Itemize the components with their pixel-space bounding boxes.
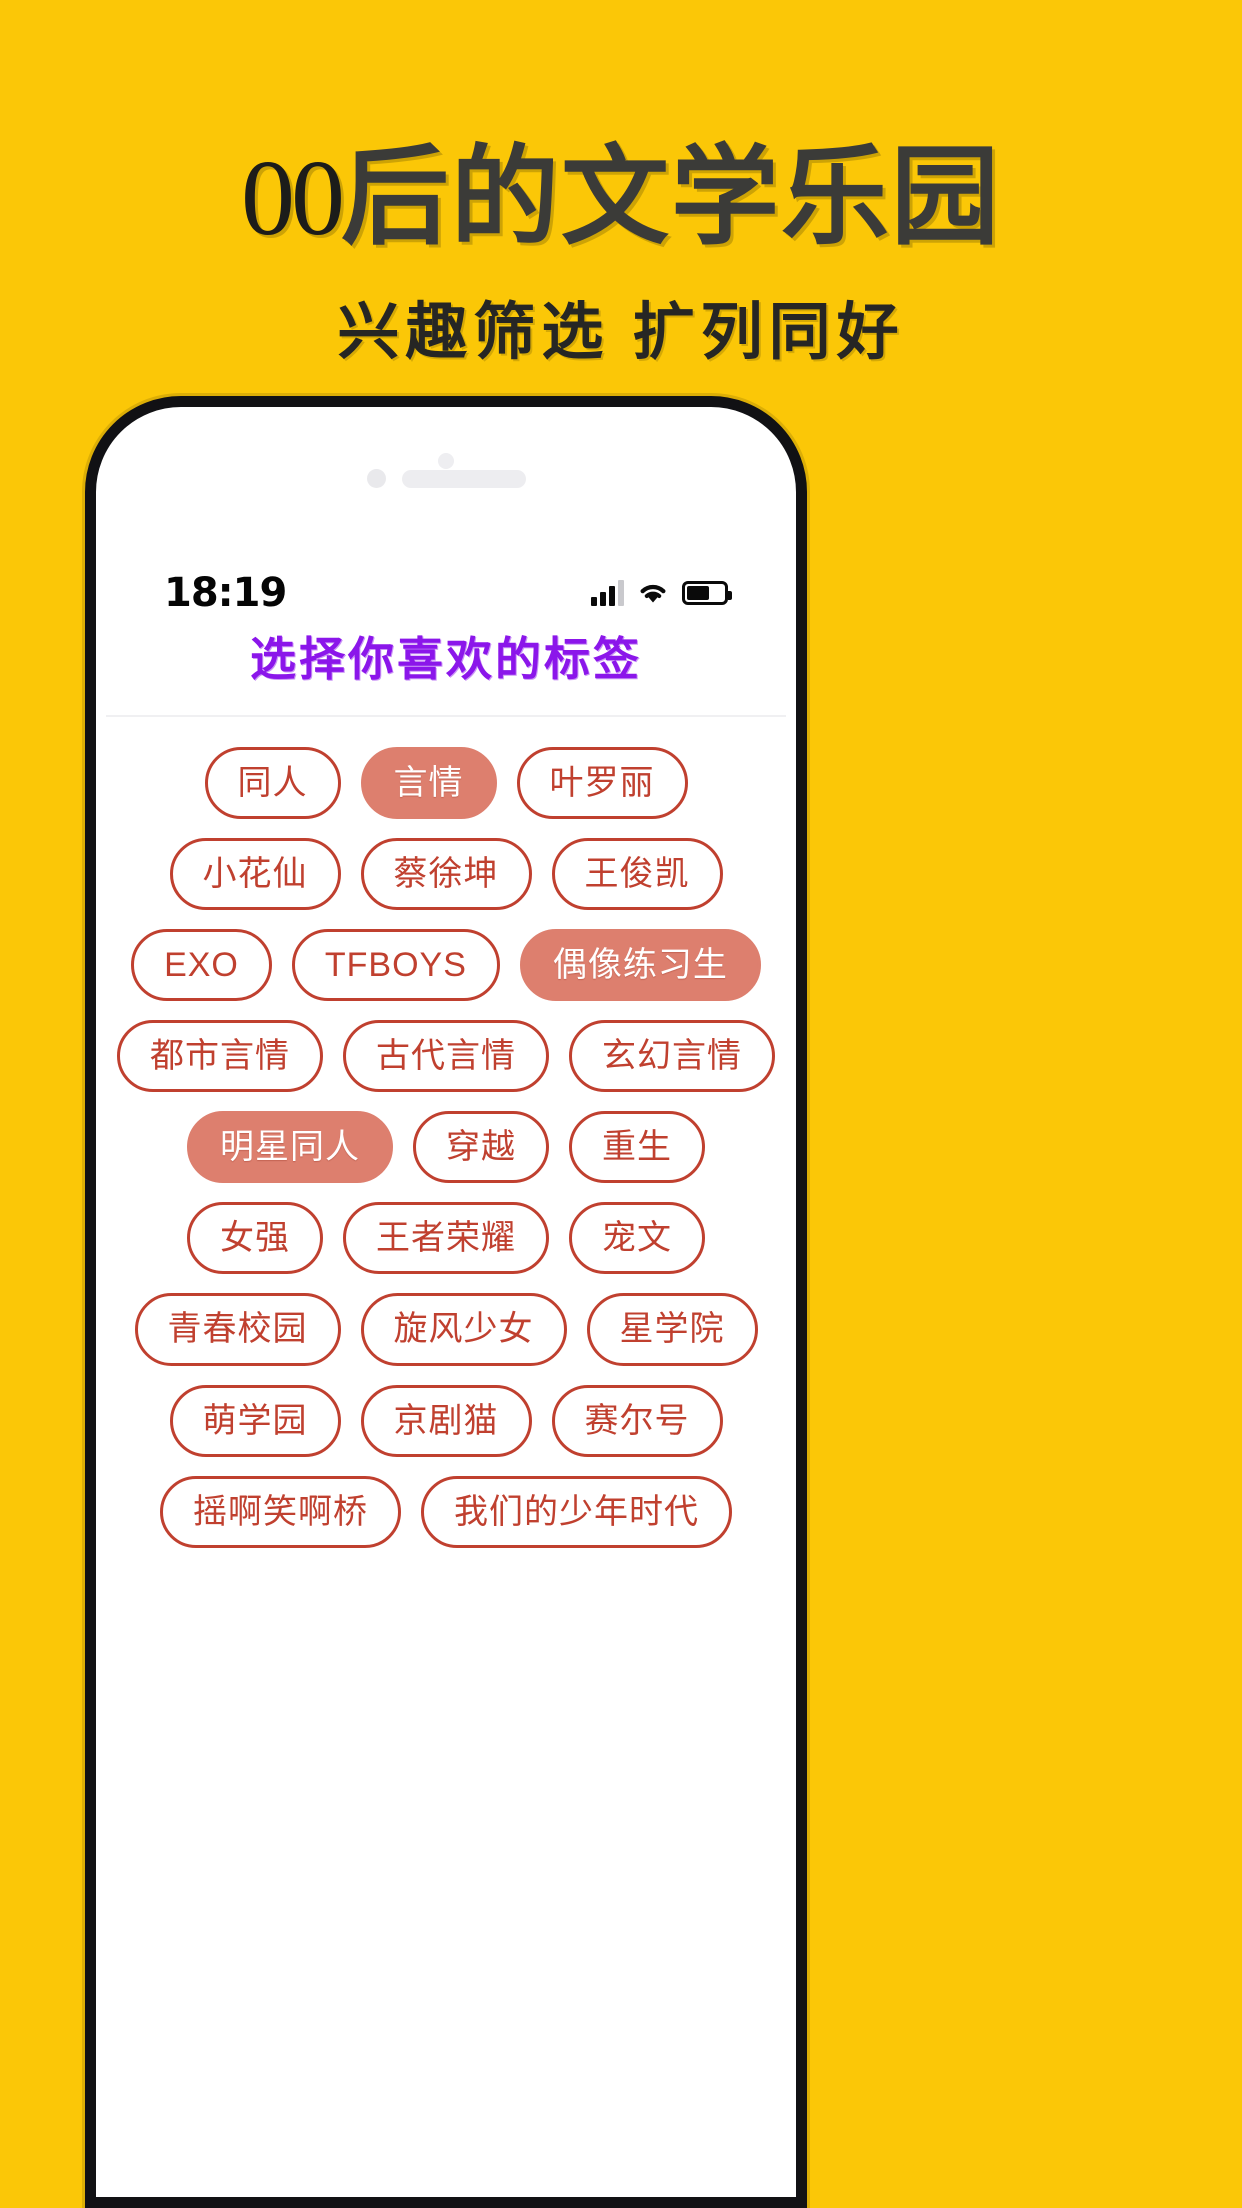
promo-headline: 00后的文学乐园: [241, 140, 1001, 255]
tag-row: 小花仙 蔡徐坤 王俊凯: [132, 838, 760, 911]
tag-chip[interactable]: 重生: [569, 1111, 705, 1184]
tag-chip[interactable]: 明星同人: [187, 1111, 393, 1184]
promo-subtitle: 兴趣筛选 扩列同好: [337, 298, 905, 368]
tag-chip[interactable]: 王俊凯: [551, 838, 723, 911]
tag-chip[interactable]: 青春校园: [134, 1293, 341, 1366]
tag-chip[interactable]: 叶罗丽: [516, 747, 688, 820]
tag-chip[interactable]: 王者荣耀: [343, 1202, 549, 1275]
page-title: 选择你喜欢的标签: [250, 633, 642, 685]
tag-list: 同人 言情 叶罗丽 小花仙 蔡徐坤 王俊凯 EXO TFBOYS 偶像练习生 都市言情 古代言情 玄幻…: [106, 747, 786, 1548]
tag-chip[interactable]: 蔡徐坤: [360, 838, 532, 911]
tag-row: 青春校园 旋风少女 星学院: [132, 1293, 760, 1366]
phone-screen: 18:19 选择你喜欢的标签 同人 言情 叶罗丽 小花仙 蔡徐坤 王俊凯 EXO TFBOY: [106, 417, 786, 2197]
tag-chip[interactable]: 偶像练习生: [519, 929, 761, 1002]
battery-icon: [682, 581, 732, 605]
front-camera-dot-icon: [438, 453, 454, 469]
tag-chip[interactable]: 摇啊笑啊桥: [160, 1475, 401, 1548]
phone-hardware-topbar: [106, 469, 786, 488]
tag-chip[interactable]: 星学院: [586, 1293, 758, 1366]
tag-chip[interactable]: 宠文: [569, 1202, 705, 1275]
tag-row: 女强 王者荣耀 宠文: [132, 1202, 760, 1275]
tag-row: 明星同人 穿越 重生: [132, 1111, 760, 1184]
tag-row: 都市言情 古代言情 玄幻言情: [117, 1020, 775, 1093]
tag-row: 摇啊笑啊桥 我们的少年时代: [132, 1475, 760, 1548]
promo-headline-main: 后的文学乐园: [340, 136, 1001, 257]
tag-row: 萌学园 京剧猫 赛尔号: [132, 1384, 760, 1457]
tag-chip[interactable]: 女强: [187, 1202, 323, 1275]
promo-header: 00后的文学乐园 兴趣筛选 扩列同好: [0, 0, 1242, 380]
tag-chip[interactable]: EXO: [131, 929, 272, 1002]
promo-headline-prefix: 00: [240, 139, 345, 258]
tag-chip[interactable]: 穿越: [413, 1111, 549, 1184]
tag-chip[interactable]: 我们的少年时代: [421, 1475, 732, 1548]
tag-chip[interactable]: 同人: [204, 747, 341, 820]
earpiece-speaker-icon: [401, 469, 526, 488]
signal-bars-icon: [591, 580, 624, 606]
tag-chip[interactable]: 言情: [360, 747, 497, 820]
tag-chip[interactable]: 都市言情: [117, 1020, 323, 1093]
phone-mockup: 18:19 选择你喜欢的标签 同人 言情 叶罗丽 小花仙 蔡徐坤 王俊凯 EXO TFBOY: [85, 396, 807, 2208]
tag-chip[interactable]: 赛尔号: [551, 1384, 723, 1457]
tag-chip[interactable]: 旋风少女: [360, 1293, 567, 1366]
status-bar-icons: [591, 580, 732, 606]
tag-chip[interactable]: 小花仙: [169, 838, 341, 911]
tag-chip[interactable]: 玄幻言情: [569, 1020, 775, 1093]
tag-row: 同人 言情 叶罗丽: [132, 747, 760, 820]
camera-icon: [366, 469, 386, 488]
tag-chip[interactable]: TFBOYS: [291, 929, 500, 1002]
status-bar-time: 18:19: [164, 570, 287, 616]
tag-chip[interactable]: 萌学园: [169, 1384, 341, 1457]
wifi-icon: [637, 580, 669, 606]
tag-chip[interactable]: 京剧猫: [360, 1384, 532, 1457]
status-bar: 18:19: [106, 565, 786, 621]
tag-chip[interactable]: 古代言情: [343, 1020, 549, 1093]
tag-row: EXO TFBOYS 偶像练习生: [131, 929, 761, 1002]
header-divider: [106, 715, 786, 717]
